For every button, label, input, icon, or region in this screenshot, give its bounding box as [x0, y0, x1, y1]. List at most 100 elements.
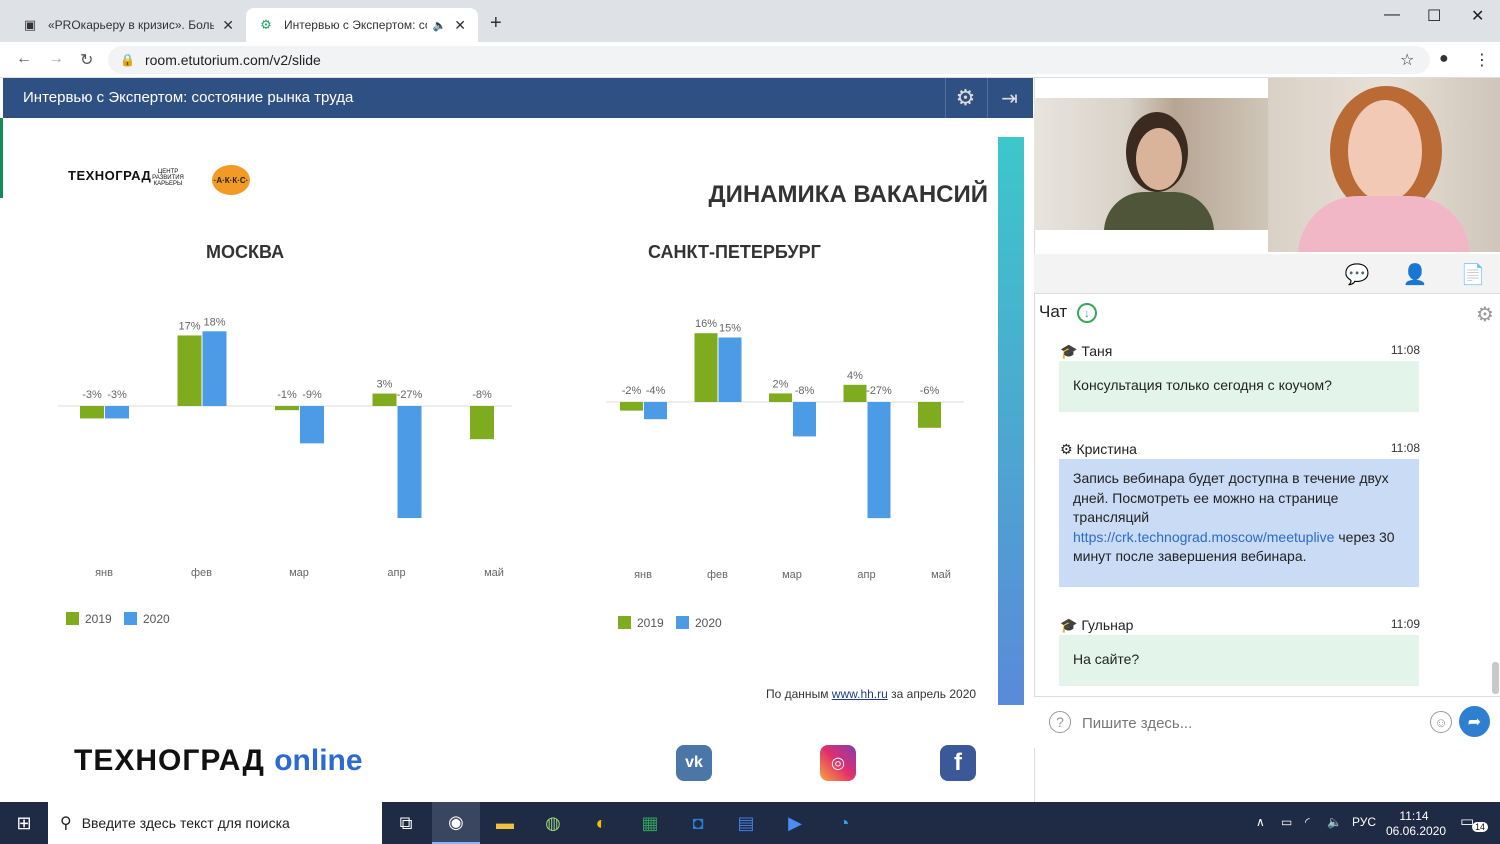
webcam-video-1[interactable] — [1034, 98, 1268, 230]
clock-date: 06.06.2020 — [1386, 824, 1447, 838]
category-label: янв — [634, 569, 652, 581]
vk-icon[interactable]: vk — [676, 745, 712, 781]
files-tab-icon[interactable]: 📄 — [1444, 254, 1500, 294]
data-label: 15% — [719, 323, 741, 335]
chat-input[interactable] — [1082, 710, 1412, 736]
category-label: янв — [95, 567, 113, 579]
message-time: 11:09 — [1390, 617, 1420, 631]
graduation-cap-icon: 🎓 — [1060, 343, 1078, 359]
clock-time: 11:14 — [1399, 809, 1429, 823]
chart-spb: -2% -4% янв 16% 15% фев 2% -8% мар 4%-27% апр -6% ма… — [606, 318, 964, 630]
browser-tab-1[interactable]: ▣ «PROкарьеру в кризис». Большие ✕ — [10, 8, 246, 42]
account-icon[interactable]: ● — [1439, 50, 1449, 68]
back-icon[interactable]: ← — [16, 50, 32, 68]
task-view-icon[interactable]: ⧉ — [382, 802, 430, 844]
category-label: мар — [782, 569, 802, 581]
bar-2019-фев — [694, 333, 718, 402]
send-icon[interactable]: ➦ — [1459, 706, 1490, 737]
tray-battery-icon[interactable]: ▭ — [1281, 815, 1292, 829]
tray-chevron-icon[interactable]: ∧ — [1256, 815, 1265, 829]
outlook-icon[interactable]: ◘ — [674, 802, 722, 844]
language-indicator[interactable]: РУС — [1352, 815, 1376, 829]
data-label: -6% — [920, 385, 940, 397]
bar-2020-янв — [105, 406, 129, 419]
technograd-logo: ТЕХНОГРАД — [68, 168, 152, 183]
emoji-icon[interactable]: ☺ — [1430, 711, 1452, 733]
chat-scrollbar[interactable] — [1492, 662, 1499, 694]
category-label: фев — [707, 569, 728, 581]
search-placeholder: Введите здесь текст для поиска — [81, 815, 290, 831]
minimize-icon[interactable]: — — [1384, 6, 1400, 24]
close-window-icon[interactable]: ✕ — [1471, 6, 1484, 26]
bar-2019-май — [470, 406, 494, 440]
source-prefix: По данным — [766, 687, 832, 701]
slide-heading: ДИНАМИКА ВАКАНСИЙ — [708, 181, 988, 208]
legend-swatch — [66, 612, 79, 625]
windows-taskbar: ⊞ ⚲ Введите здесь текст для поиска ⧉ ◉ ▬… — [0, 802, 1500, 844]
maximize-icon[interactable]: ☐ — [1427, 6, 1441, 26]
bar-2019-май — [918, 402, 941, 428]
new-tab-icon[interactable]: + — [490, 12, 502, 35]
category-label: апр — [857, 569, 875, 581]
speaker-icon[interactable]: 🔈 — [433, 19, 447, 32]
message-text: Запись вебинара будет доступна в течение… — [1073, 470, 1389, 525]
chat-tab-icon[interactable]: 💬 — [1328, 254, 1386, 294]
close-icon[interactable]: ✕ — [222, 17, 234, 34]
brand-online: online — [274, 744, 363, 777]
author-name: Гульнар — [1081, 617, 1134, 633]
forward-icon[interactable]: → — [48, 50, 64, 68]
bar-2020-мар — [793, 402, 816, 437]
data-label: -3% — [107, 389, 127, 401]
help-icon[interactable]: ? — [1049, 711, 1071, 733]
chart-moscow: -3% -3% янв 17% 18% фев -1% -9% мар 3% -27% апр -8% м… — [58, 316, 512, 626]
bar-2019-мар — [769, 393, 792, 402]
volume-icon[interactable]: 🔈 — [1327, 815, 1342, 829]
excel-icon[interactable]: ▦ — [626, 802, 674, 844]
address-bar[interactable]: 🔒 room.etutorium.com/v2/slide — [108, 46, 1430, 74]
1c-icon[interactable]: ◐ — [577, 802, 625, 844]
word-icon[interactable]: ▤ — [722, 802, 770, 844]
browser-toolbar: ← → ↻ 🔒 room.etutorium.com/v2/slide ☆ ● … — [0, 42, 1500, 78]
file-explorer-icon[interactable]: ▬ — [481, 802, 529, 844]
gear-icon: ⚙ — [260, 17, 272, 32]
slide-header-title: Интервью с Экспертом: состояние рынка тр… — [23, 89, 354, 106]
reload-icon[interactable]: ↻ — [80, 50, 93, 70]
participants-tab-icon[interactable]: 👤 — [1386, 254, 1444, 294]
chat-settings-gear-icon[interactable]: ⚙ — [1476, 302, 1494, 327]
globe-app-icon[interactable]: ◍ — [529, 802, 577, 844]
exit-icon[interactable]: ⇥ — [987, 78, 1031, 118]
tab-title: Интервью с Экспертом: сос — [284, 18, 427, 32]
chart-title-spb: САНКТ-ПЕТЕРБУРГ — [648, 242, 821, 262]
zoom-icon[interactable]: ▶ — [771, 802, 819, 844]
taskbar-search[interactable]: ⚲ Введите здесь текст для поиска — [48, 802, 382, 844]
slide-header: Интервью с Экспертом: состояние рынка тр… — [3, 78, 1033, 118]
data-label: -9% — [302, 389, 322, 401]
chart-title-moscow: МОСКВА — [206, 242, 285, 262]
data-label: 18% — [203, 316, 225, 328]
star-icon[interactable]: ☆ — [1400, 50, 1414, 70]
browser-tabstrip: ▣ «PROкарьеру в кризис». Большие ✕ ⚙ Инт… — [0, 0, 1500, 42]
data-label: -2% — [622, 385, 642, 397]
settings-gear-icon[interactable]: ⚙ — [945, 78, 985, 118]
message-bubble: Запись вебинара будет доступна в течение… — [1059, 459, 1419, 587]
notification-icon[interactable]: ▭ 14 — [1460, 812, 1489, 834]
data-label: 4% — [847, 370, 863, 382]
author-name: Таня — [1081, 343, 1113, 359]
data-label: -27% — [866, 385, 892, 397]
chrome-icon[interactable]: ◉ — [432, 802, 480, 844]
windows-start-icon[interactable]: ⊞ — [0, 802, 48, 844]
source-link[interactable]: www.hh.ru — [832, 687, 888, 701]
edge-icon[interactable]: ◔ — [820, 802, 868, 844]
close-icon[interactable]: ✕ — [454, 17, 466, 34]
instagram-icon[interactable]: ◎ — [820, 745, 856, 781]
download-icon[interactable]: ↓ — [1077, 303, 1097, 323]
browser-tab-2[interactable]: ⚙ Интервью с Экспертом: сос 🔈 ✕ — [246, 8, 478, 42]
message-link[interactable]: https://crk.technograd.moscow/meetuplive — [1073, 529, 1334, 545]
legend-swatch — [618, 616, 631, 629]
message-time: 11:08 — [1390, 343, 1420, 357]
taskbar-clock[interactable]: 11:14 06.06.2020 — [1386, 809, 1447, 839]
webcam-video-2[interactable] — [1268, 78, 1500, 252]
facebook-icon[interactable]: f — [940, 745, 976, 781]
menu-icon[interactable]: ⋮ — [1474, 50, 1490, 70]
wifi-icon[interactable]: ◜ — [1305, 815, 1310, 829]
